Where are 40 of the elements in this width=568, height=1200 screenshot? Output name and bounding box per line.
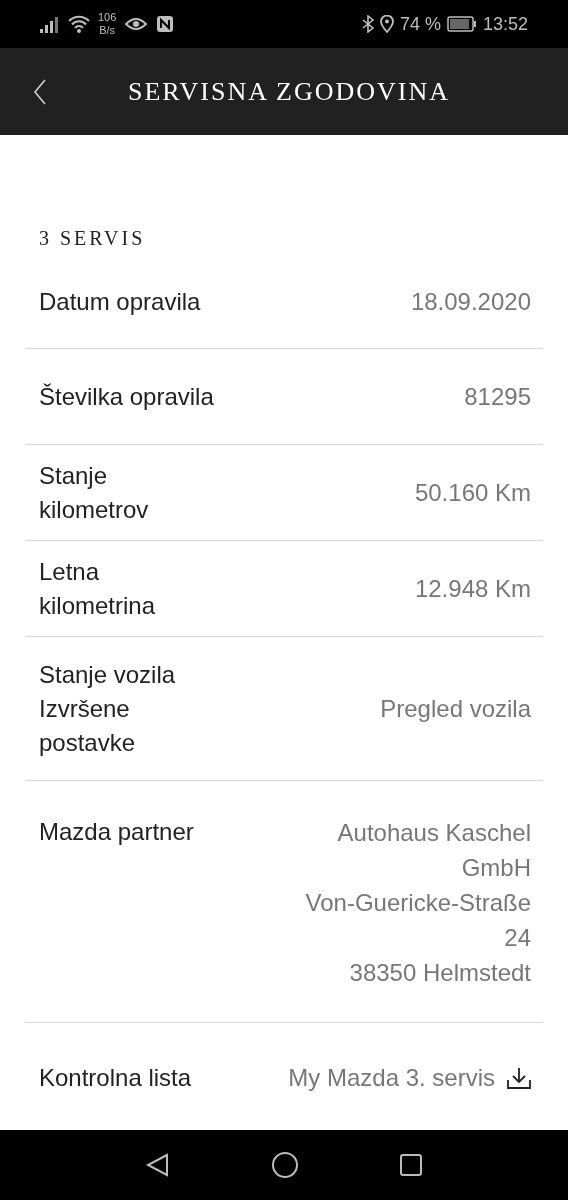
field-value: 38350 Helmstedt xyxy=(349,958,531,988)
page-title: SERVISNA ZGODOVINA xyxy=(127,76,451,108)
field-value: Autohaus Kaschel xyxy=(337,818,531,848)
download-link[interactable]: My Mazda 3. servis xyxy=(288,1061,531,1095)
bluetooth-icon xyxy=(361,15,374,33)
field-value: GmbH xyxy=(461,853,531,883)
eye-icon xyxy=(124,16,149,32)
field-label: kilometrina xyxy=(39,590,156,621)
network-speed: B/s xyxy=(99,24,116,37)
field-value: 18.09.2020 xyxy=(410,287,531,317)
field-value: 81295 xyxy=(464,382,531,412)
field-label: kilometrov xyxy=(39,494,149,525)
network-speed: 106 xyxy=(98,11,117,24)
field-label: Stanje vozila xyxy=(39,659,176,690)
back-icon xyxy=(33,79,47,105)
back-nav-button[interactable] xyxy=(145,1152,171,1178)
field-label: Letna xyxy=(39,556,101,587)
nfc-icon xyxy=(156,15,175,33)
field-label: Mazda partner xyxy=(39,817,194,847)
field-label: Stanje xyxy=(39,460,109,491)
field-value: Pregled vozila xyxy=(380,694,531,724)
wifi-icon xyxy=(68,15,90,33)
field-value: 12.948 Km xyxy=(414,574,531,604)
section-title: 3 SERVIS xyxy=(39,226,146,251)
field-label: Izvršene xyxy=(39,693,131,724)
field-value: 24 xyxy=(504,923,531,953)
field-label: postavke xyxy=(39,727,137,758)
battery-percent: 74 % xyxy=(399,12,441,36)
home-nav-button[interactable] xyxy=(271,1151,299,1179)
field-label: Datum opravila xyxy=(39,286,201,317)
field-value: Von-Guericke-Straße xyxy=(305,888,531,918)
location-icon xyxy=(379,15,394,33)
field-label: Kontrolna lista xyxy=(39,1063,192,1093)
battery-icon xyxy=(446,16,477,32)
clock-time: 13:52 xyxy=(482,12,528,36)
signal-icon xyxy=(40,15,60,33)
field-label: Številka opravila xyxy=(39,381,214,412)
field-value: 50.160 Km xyxy=(414,478,531,508)
recents-nav-button[interactable] xyxy=(399,1153,423,1177)
download-icon xyxy=(507,1066,531,1090)
